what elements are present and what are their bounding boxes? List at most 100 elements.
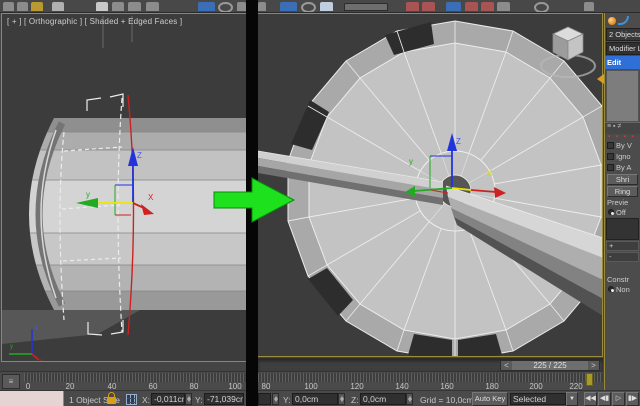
y-coordinate-field[interactable]: 0,0cm — [292, 393, 338, 405]
go-to-start-button[interactable]: ◀◀ — [584, 392, 597, 406]
radio-label: Non — [616, 284, 630, 294]
checkbox-icon[interactable] — [607, 142, 614, 149]
window-crossing-icon[interactable] — [146, 2, 159, 11]
ruler-number: 80 — [189, 382, 199, 390]
checkbox-label: By A — [616, 163, 632, 172]
gizmo-x-label: X — [487, 169, 493, 178]
panel-scroll-arrow-icon[interactable] — [597, 74, 604, 84]
rollout-collapsed-header[interactable]: + — [606, 241, 639, 251]
y-spinner[interactable] — [338, 393, 345, 405]
x-spinner[interactable] — [272, 393, 279, 405]
track-bar-ticks — [24, 373, 246, 382]
angle-snap-icon[interactable] — [465, 2, 478, 11]
frame-prev-button[interactable]: < — [501, 361, 512, 370]
rectangular-selection-icon[interactable] — [128, 2, 141, 11]
checkbox-icon[interactable] — [607, 164, 614, 171]
radio-icon[interactable] — [608, 286, 614, 292]
unlink-icon[interactable] — [17, 2, 28, 11]
x-spinner[interactable] — [185, 393, 192, 405]
y-coordinate-field[interactable]: -71,039cm — [204, 393, 244, 405]
right-screenshot: Z y X < 225 / 225 > 80 100 120 140 160 1… — [258, 0, 640, 406]
create-tab-icon[interactable] — [608, 17, 616, 25]
combo-dropdown-arrow[interactable]: ▼ — [566, 392, 578, 406]
modifier-list-dropdown[interactable]: Modifier L — [606, 42, 640, 55]
grid-size-status: Grid = 10,0cm — [420, 395, 474, 405]
frame-next-button[interactable]: > — [588, 361, 599, 370]
selection-lock-icon[interactable] — [107, 392, 116, 404]
reference-coordsys-dropdown[interactable] — [344, 3, 388, 11]
next-frame-button[interactable]: ▮▶ — [626, 392, 639, 406]
time-slider-handle[interactable]: < 225 / 225 > — [500, 360, 600, 371]
named-selection-icon[interactable] — [534, 2, 549, 12]
checkbox-label: Igno — [616, 152, 631, 161]
viewport-orthographic[interactable]: [ + ] [ Orthographic ] [ Shaded + Edged … — [1, 13, 246, 362]
ring-button[interactable]: Ring — [607, 186, 638, 197]
rollout-expanded-header[interactable]: - — [606, 252, 639, 262]
ruler-number: 100 — [304, 382, 318, 390]
select-by-name-icon[interactable] — [112, 2, 124, 11]
green-arrow-icon — [213, 177, 296, 223]
auto-key-button[interactable]: Auto Key — [472, 392, 508, 406]
window-crossing-icon[interactable] — [258, 2, 266, 11]
transform-type-in-icon[interactable] — [126, 394, 137, 405]
viewport-right-canvas: Z y X — [258, 20, 602, 356]
modifier-stack-listbox[interactable] — [606, 70, 639, 122]
ruler-number: 20 — [65, 382, 75, 390]
preview-off-radio[interactable]: Off — [605, 207, 640, 217]
select-scale-icon[interactable] — [320, 2, 333, 11]
x-coordinate-field[interactable]: -0,011cm — [151, 393, 185, 405]
checkbox-by-vertex[interactable]: By V — [605, 140, 640, 151]
y-field-label: Y: — [195, 395, 203, 405]
modifier-stack-selected-item[interactable]: Edit — [605, 56, 640, 69]
object-name-field[interactable]: 2 Objects S — [606, 28, 640, 41]
maxscript-mini-listener[interactable] — [0, 391, 64, 406]
z-coordinate-field[interactable]: 0,0cm — [360, 393, 406, 405]
x-coordinate-field-partial[interactable] — [258, 393, 271, 405]
select-link-icon[interactable] — [3, 2, 14, 11]
viewport-perspective[interactable]: Z y X — [258, 13, 603, 357]
constraints-none-radio[interactable]: Non — [605, 284, 640, 294]
selection-filter-icon[interactable] — [52, 2, 64, 11]
ruler-number: 40 — [107, 382, 117, 390]
z-spinner[interactable] — [406, 393, 413, 405]
radio-icon[interactable] — [608, 209, 614, 215]
stack-toolbar[interactable]: ≡ ▪ ≠ — [605, 122, 640, 134]
track-bar-left[interactable]: ≡ 0 20 40 60 80 100 — [0, 371, 246, 390]
previous-frame-button[interactable]: ◀▮ — [598, 392, 611, 406]
select-scale-icon[interactable] — [237, 2, 246, 11]
play-button[interactable]: ▷ — [612, 392, 625, 406]
current-frame-marker[interactable] — [586, 373, 593, 386]
bind-spacewarp-icon[interactable] — [31, 2, 43, 11]
checkbox-ignore-backfacing[interactable]: Igno — [605, 151, 640, 162]
main-toolbar-left — [0, 0, 246, 13]
left-screenshot: [ + ] [ Orthographic ] [ Shaded + Edged … — [0, 0, 246, 406]
main-toolbar-right — [258, 0, 640, 13]
percent-snap-icon[interactable] — [481, 2, 494, 11]
time-slider-value: 225 / 225 — [533, 361, 567, 370]
radio-label: Off — [616, 207, 626, 217]
mirror-icon[interactable] — [584, 2, 594, 11]
select-move-icon[interactable] — [280, 2, 297, 11]
checkbox-by-angle[interactable]: By A — [605, 162, 640, 173]
subobject-buttons-row[interactable]: ▪ ▪ ▪ ▪ — [605, 134, 640, 140]
ruler-number: 80 — [261, 382, 271, 390]
selection-filter-combo[interactable]: Selected — [510, 393, 566, 405]
gizmo-y-label: y — [86, 190, 90, 199]
select-manipulate-icon[interactable] — [422, 2, 435, 11]
use-pivot-center-icon[interactable] — [406, 2, 419, 11]
checkbox-icon[interactable] — [607, 153, 614, 160]
track-bar-right[interactable]: 80 100 120 140 160 180 200 220 — [258, 371, 603, 390]
snap-toggle-3d-icon[interactable] — [446, 2, 461, 11]
select-object-icon[interactable] — [96, 2, 108, 11]
time-slider-track[interactable]: < 225 / 225 > — [258, 358, 603, 371]
mini-curve-editor-button[interactable]: ≡ — [2, 374, 20, 389]
ruler-number: 200 — [529, 382, 543, 390]
select-rotate-icon[interactable] — [301, 2, 316, 12]
spinner-snap-icon[interactable] — [497, 2, 510, 11]
select-rotate-icon[interactable] — [218, 2, 233, 12]
viewport-label[interactable]: [ + ] [ Orthographic ] [ Shaded + Edged … — [7, 17, 182, 26]
shrink-button[interactable]: Shri — [607, 174, 638, 185]
ruler-number: 60 — [148, 382, 158, 390]
select-move-icon[interactable] — [198, 2, 215, 11]
modify-tab-icon[interactable] — [618, 16, 629, 25]
